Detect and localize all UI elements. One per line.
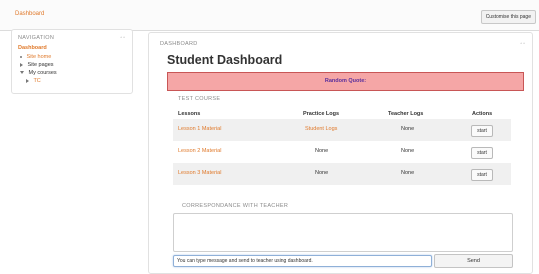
customise-page-button[interactable]: Customise this page: [480, 10, 536, 24]
expand-arrow-icon: [26, 78, 29, 83]
message-history-area[interactable]: [173, 213, 513, 252]
teacher-logs-value: None: [401, 148, 415, 154]
nav-item-tc[interactable]: TC: [26, 78, 41, 84]
dashboard-block-title: DASHBOARD: [160, 41, 198, 47]
nav-item-label: Site home: [26, 54, 52, 60]
nav-item-site-pages[interactable]: Site pages: [20, 62, 54, 68]
practice-logs-value: None: [315, 170, 329, 176]
page-title: Student Dashboard: [167, 53, 283, 67]
block-dock-icon[interactable]: ▫▫: [520, 41, 526, 47]
correspondence-heading: CORRESPONDANCE WITH TEACHER: [182, 203, 289, 209]
lesson-link[interactable]: Lesson 1 Material: [178, 126, 221, 132]
message-input[interactable]: [173, 255, 432, 267]
practice-logs-link[interactable]: Student Logs: [305, 126, 337, 132]
nav-item-label: Site pages: [27, 62, 54, 68]
column-header-actions: Actions: [472, 111, 493, 117]
start-button[interactable]: start: [471, 169, 493, 181]
expand-arrow-icon: [20, 62, 23, 67]
send-button[interactable]: Send: [434, 254, 513, 268]
table-row: [173, 141, 511, 163]
collapse-arrow-icon: [20, 71, 24, 75]
practice-logs-value: None: [315, 148, 329, 154]
column-header-lessons: Lessons: [178, 111, 201, 117]
random-quote-banner: Random Quote:: [167, 72, 524, 91]
column-header-practice-logs: Practice Logs: [303, 111, 340, 117]
navigation-block: NAVIGATION ▫▫ Dashboard Site home Site p…: [11, 29, 133, 94]
start-button[interactable]: start: [471, 147, 493, 159]
nav-item-my-courses[interactable]: My courses: [20, 70, 57, 76]
nav-item-site-home[interactable]: Site home: [20, 54, 51, 60]
nav-item-dashboard[interactable]: Dashboard: [18, 45, 47, 51]
teacher-logs-value: None: [401, 126, 415, 132]
lesson-link[interactable]: Lesson 2 Material: [178, 148, 221, 154]
nav-item-label: TC: [33, 78, 41, 84]
block-dock-icon[interactable]: ▫▫: [120, 35, 126, 41]
start-button[interactable]: start: [471, 125, 493, 137]
lesson-link[interactable]: Lesson 3 Material: [178, 170, 221, 176]
breadcrumb-dashboard[interactable]: Dashboard: [15, 11, 44, 17]
nav-item-label: My courses: [28, 70, 57, 76]
random-quote-label: Random Quote:: [324, 78, 367, 84]
table-row: [173, 163, 511, 185]
bullet-icon: [20, 55, 22, 58]
navigation-title: NAVIGATION: [18, 35, 55, 41]
column-header-teacher-logs: Teacher Logs: [388, 111, 424, 117]
top-bar: [0, 0, 539, 31]
table-row: [173, 119, 511, 141]
teacher-logs-value: None: [401, 170, 415, 176]
course-heading: TEST COURSE: [178, 96, 221, 102]
